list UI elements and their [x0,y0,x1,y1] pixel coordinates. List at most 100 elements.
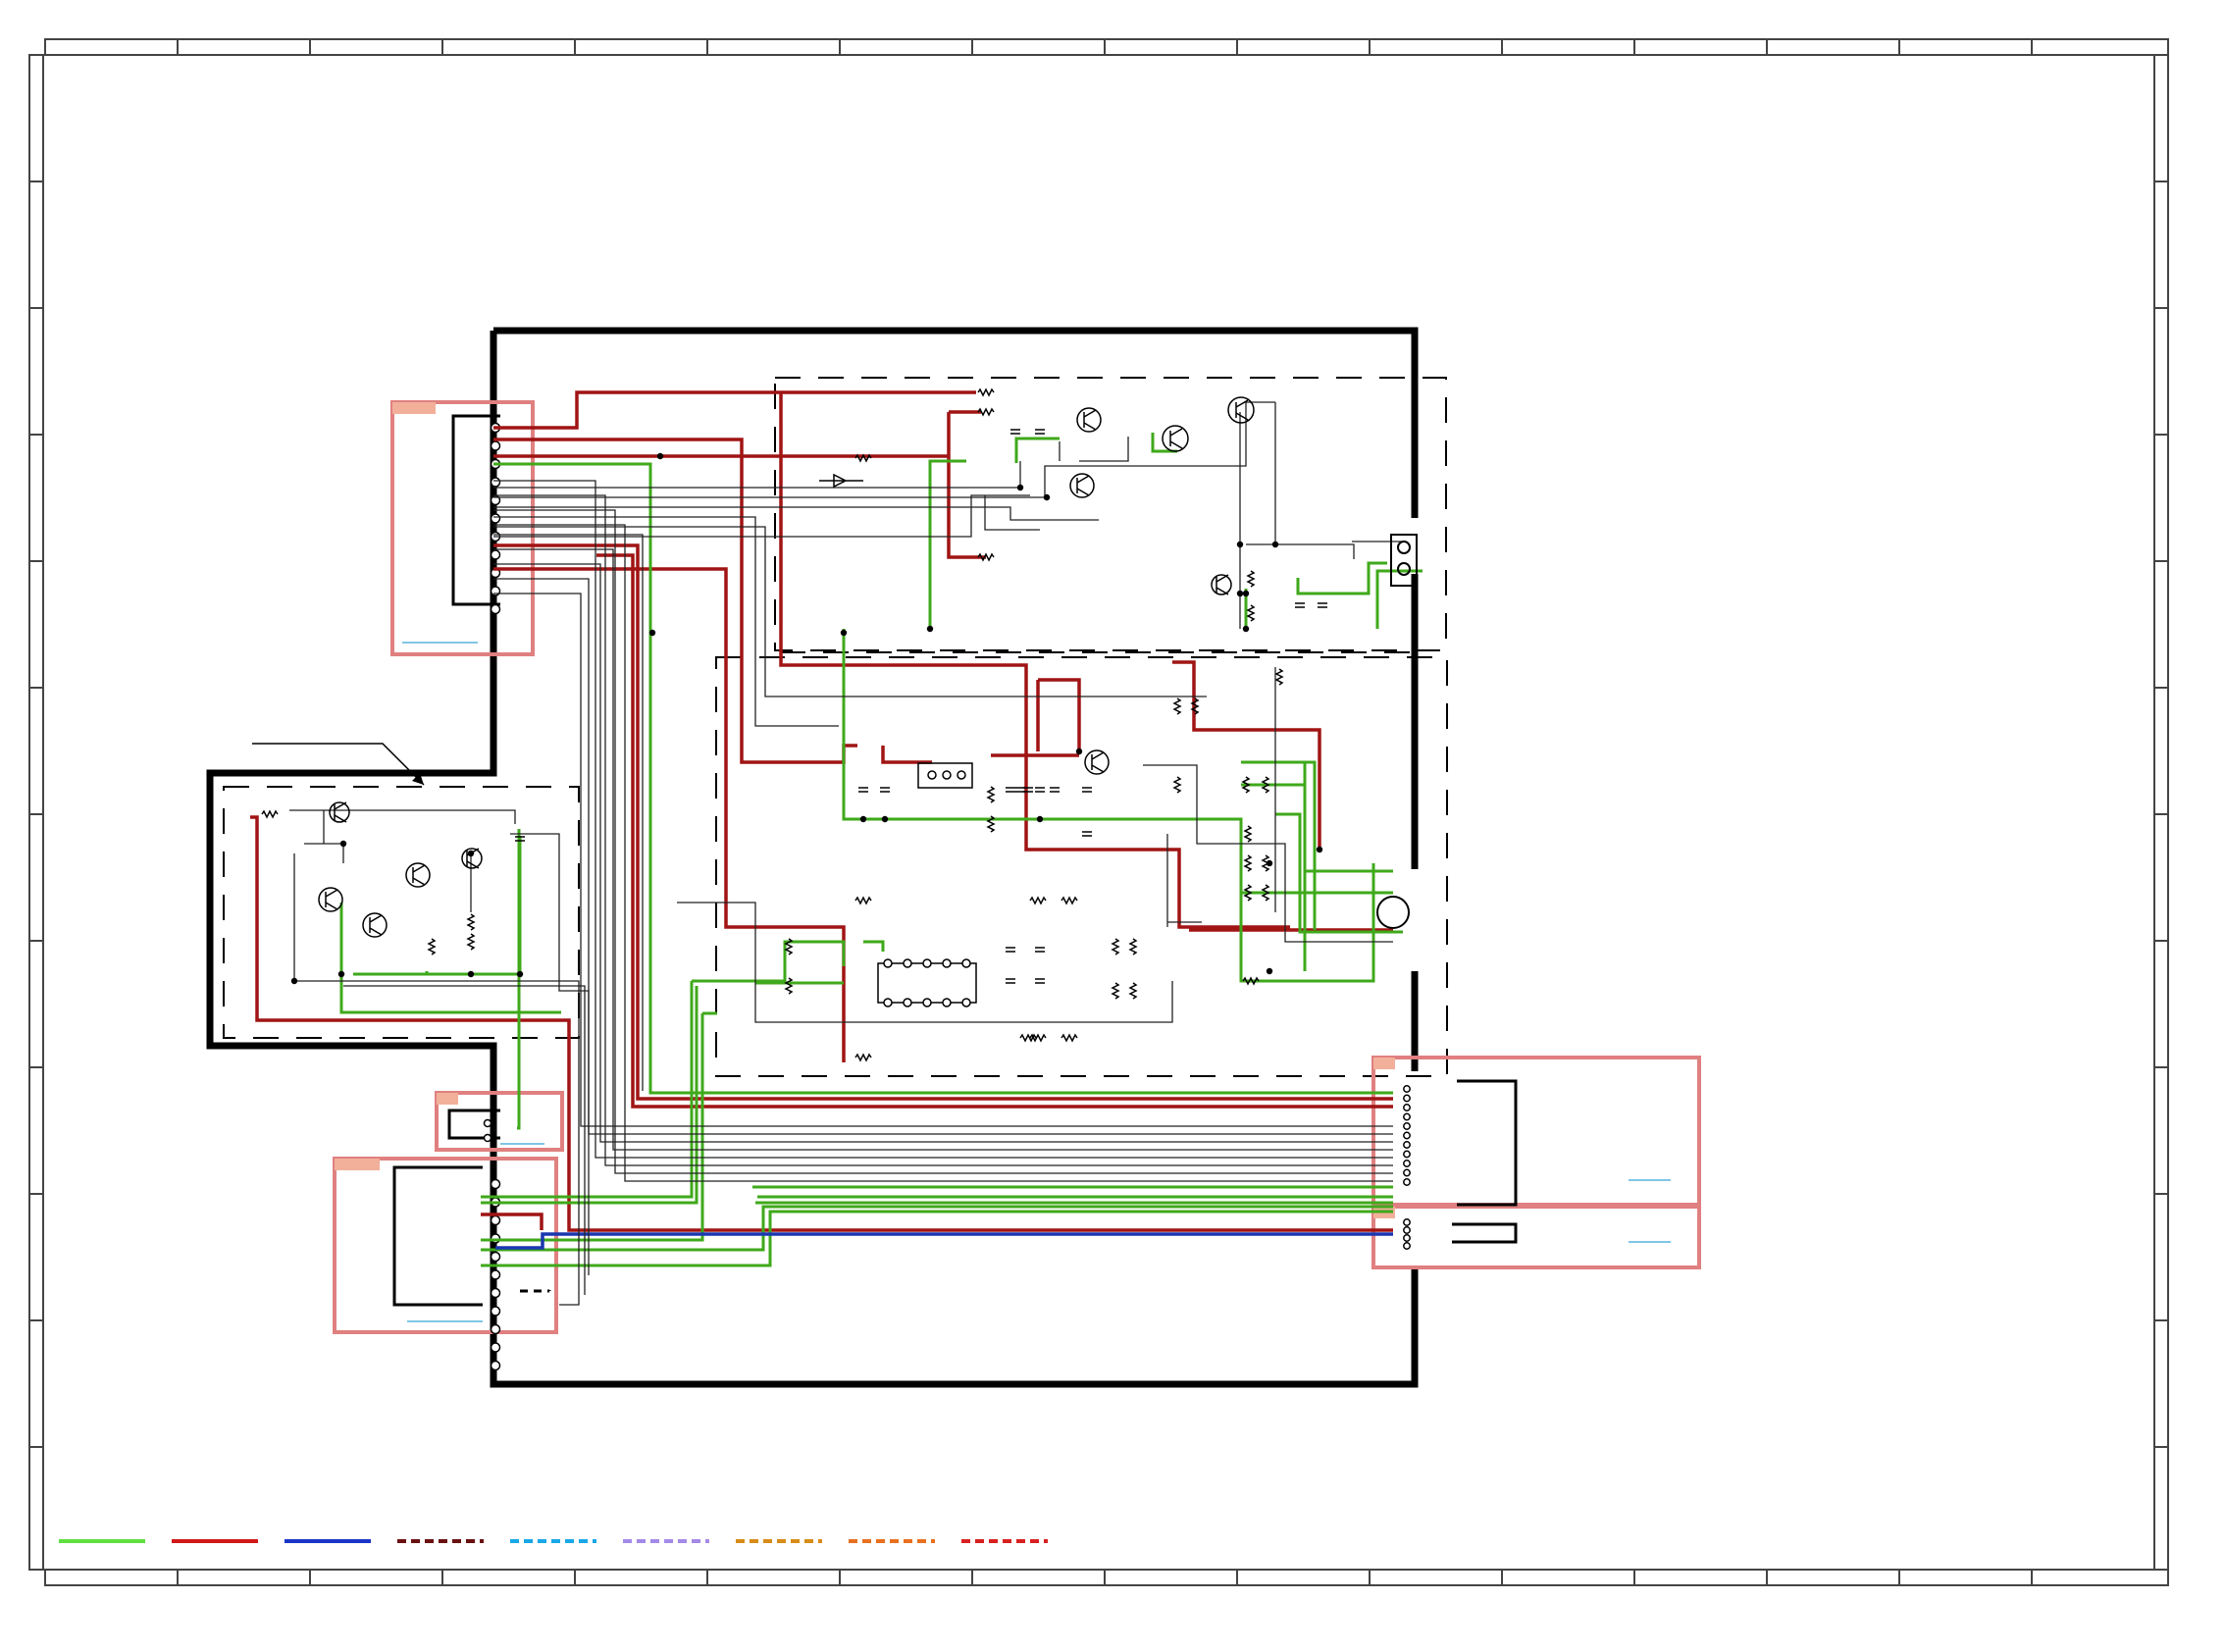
connector-frame-right-lower[interactable] [1371,1205,1701,1269]
junction-dot [1316,846,1323,853]
capacitor [1295,602,1305,608]
transistor [1076,407,1102,433]
junction-dot [1043,493,1051,501]
capacitor [1082,787,1092,793]
resistor [1246,570,1256,588]
left-ruler [28,54,44,1571]
sub-board-middle [715,656,1448,1077]
resistor [1111,982,1120,1000]
bottom-ruler [44,1569,2169,1586]
connector-body-right-upper [1457,1079,1518,1207]
connector-pin [1403,1112,1411,1121]
connector-pin [1403,1094,1411,1103]
capacitor [1035,947,1045,953]
connector-pin [1403,1160,1411,1167]
transistor [1084,749,1110,775]
connector-pin [1403,1085,1411,1093]
connector-pin [1403,1104,1411,1111]
resistor [854,896,872,905]
transistor [1162,425,1189,452]
green-wires [339,433,1423,1267]
connector-frame-right-upper[interactable] [1371,1056,1701,1207]
connector-pin [1403,1150,1411,1159]
din-socket-icon[interactable] [1376,896,1410,929]
capacitor [1006,978,1015,984]
junction-dot [1036,815,1044,823]
jack-icon [1397,562,1411,576]
connector-pin [490,513,501,524]
resistor [986,786,996,803]
connector-pin [490,1306,501,1316]
connector-pin [1403,1122,1411,1130]
drawing-frame [28,38,2169,1586]
junction-dot [1016,484,1024,491]
connector-pin [1403,1168,1411,1177]
connector-frames [333,400,1701,1334]
capacitor [1010,429,1020,435]
resistor [1246,604,1256,622]
schematic-diagram [28,38,2169,1586]
junction-dot [337,970,345,978]
connector-pin [1403,1141,1411,1149]
capacitor [1035,787,1045,793]
junction-dot [926,625,934,633]
resistor [784,977,794,995]
transistor [329,801,350,823]
junction-dot [859,815,867,823]
capacitor [1318,602,1327,608]
capacitor [858,787,868,793]
capacitor [1006,787,1015,793]
junction-dot [1266,967,1273,975]
connector-pin [490,1323,501,1335]
resistor [466,933,476,951]
capacitor [880,787,890,793]
junction-dot [840,629,848,637]
sub-board-outlines [223,377,1448,1077]
capacitor [1035,978,1045,984]
junction-dot [1266,859,1273,867]
resistor [1061,896,1078,905]
resistor [977,387,995,397]
connector-pin [1403,1242,1411,1250]
resistor [1243,825,1253,843]
connector-pins [483,422,1411,1371]
connector-pin [1403,1131,1411,1140]
resistor [1128,938,1138,955]
connector-pin [490,549,501,560]
resistor [1061,1033,1078,1043]
connector-pin [490,1178,501,1190]
junction-dot [290,977,298,985]
junction-dot [656,452,664,460]
connector-pin [490,477,501,488]
connector-pin [1403,1218,1411,1226]
connector-pin [490,1287,501,1299]
sub-board-top [774,377,1447,651]
transistor [1211,574,1232,595]
resistor [854,453,872,463]
connector-tab [437,1093,458,1105]
red-wires [250,390,1393,1232]
connector-tab [1373,1058,1395,1069]
connector-pin [483,1133,492,1143]
connector-pin [490,603,501,615]
jack-icon [1397,541,1411,554]
connector-body-bottom-left [392,1165,483,1307]
connector-pin [490,440,501,451]
resistor [466,913,476,931]
pointer-line [252,743,425,786]
resistor [1172,697,1182,715]
resistor [261,809,279,819]
junction-dot [881,815,889,823]
connector-pin [1403,1178,1411,1186]
jack-block [1376,534,1418,929]
connector-tab [335,1159,380,1170]
junction-dot [1242,590,1250,597]
connector-pin [490,1214,501,1226]
resistor [1274,668,1284,686]
connector-tab [392,402,436,414]
components [261,387,1327,1062]
top-ruler [44,38,2169,56]
resistor [1128,982,1138,1000]
connector-pin [490,1251,501,1263]
connector-pin [490,1269,501,1280]
